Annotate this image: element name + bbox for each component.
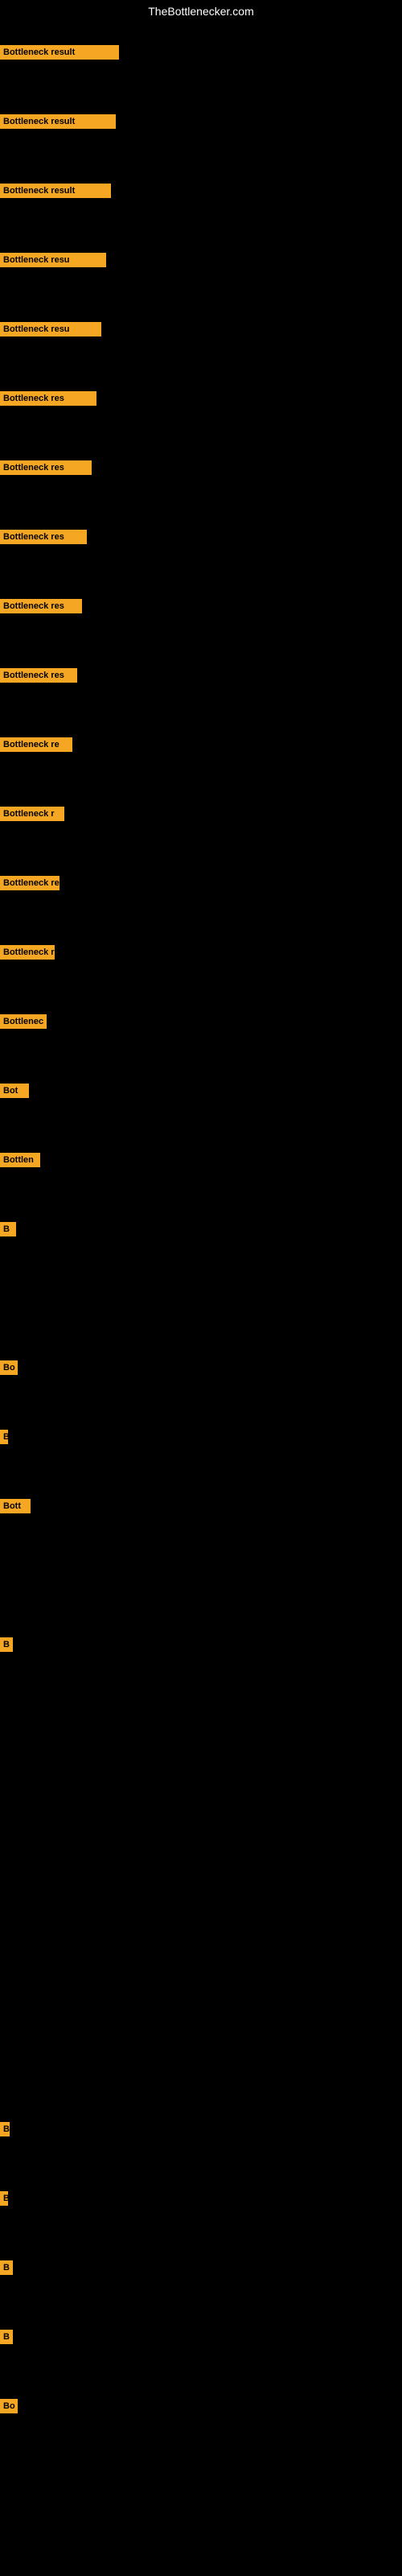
- bottleneck-bar: Bottleneck resu: [0, 253, 106, 267]
- bottleneck-bar: Bottleneck res: [0, 599, 82, 613]
- bottleneck-bar: B: [0, 2191, 8, 2206]
- bottleneck-bar: Bottleneck res: [0, 460, 92, 475]
- bottleneck-bar: Bottleneck re: [0, 737, 72, 752]
- bottleneck-bar: Bottleneck resu: [0, 322, 101, 336]
- bottleneck-bar: Bott: [0, 1499, 31, 1513]
- bottleneck-bar: Bottleneck re: [0, 876, 59, 890]
- bottleneck-bar: B: [0, 1637, 13, 1652]
- bottleneck-bar: Bottlenec: [0, 1014, 47, 1029]
- bottleneck-bar: B: [0, 1430, 8, 1444]
- bottleneck-bar: Bo: [0, 2399, 18, 2413]
- bottleneck-bar: Bottleneck res: [0, 668, 77, 683]
- bottleneck-bar: Bottleneck res: [0, 530, 87, 544]
- bottleneck-bar: B: [0, 2260, 13, 2275]
- bottleneck-bar: Bot: [0, 1084, 29, 1098]
- bottleneck-bar: Bottleneck result: [0, 45, 119, 60]
- bottleneck-bar: Bo: [0, 1360, 18, 1375]
- site-title: TheBottlenecker.com: [0, 0, 402, 23]
- bottleneck-bar: Bottleneck res: [0, 391, 96, 406]
- bottleneck-bar: Bottleneck r: [0, 807, 64, 821]
- bottleneck-bar: B: [0, 2122, 10, 2136]
- bottleneck-bar: B: [0, 2330, 13, 2344]
- bottleneck-bar: Bottleneck result: [0, 114, 116, 129]
- bottleneck-bar: Bottlen: [0, 1153, 40, 1167]
- bottleneck-bar: B: [0, 1222, 16, 1236]
- bottleneck-bar: Bottleneck result: [0, 184, 111, 198]
- bottleneck-bar: Bottleneck r: [0, 945, 55, 960]
